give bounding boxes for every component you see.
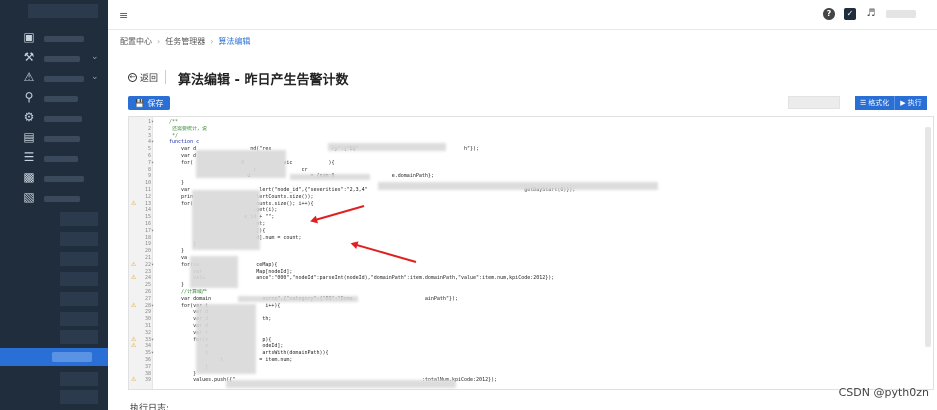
sidebar-item-reports[interactable]: ▩: [0, 170, 108, 188]
topbar-icons: ? ✓ ♬: [823, 8, 916, 20]
editor-actions: ☰ 格式化 ▶ 执行: [855, 96, 927, 110]
warning-icon: ⚠: [131, 260, 137, 268]
redacted-region: [226, 380, 456, 388]
help-icon[interactable]: ?: [823, 8, 835, 20]
warning-icon: ⚠: [131, 199, 137, 207]
redacted-region: [190, 256, 238, 288]
sidebar-subitem[interactable]: [60, 312, 98, 326]
briefcase-icon: ▧: [23, 190, 35, 204]
chevron-down-icon: ⌄: [91, 72, 99, 82]
checkbox-icon[interactable]: ✓: [844, 8, 856, 20]
bell-icon[interactable]: ♬: [865, 8, 877, 20]
chevron-down-icon: ⌄: [91, 52, 99, 62]
header-divider: [165, 70, 166, 84]
warning-icon: ⚠: [131, 376, 137, 384]
sidebar: ▣ ⚒ ⌄ ⚠ ⌄ ⚲ ⚙ ▤ ☰ ▩ ▧: [0, 0, 108, 410]
breadcrumb: 配置中心 › 任务管理器 › 算法编辑: [120, 36, 250, 47]
back-button[interactable]: ← 返回: [128, 71, 158, 84]
sidebar-subitem[interactable]: [60, 212, 98, 226]
save-label: 保存: [147, 98, 164, 108]
sidebar-item-settings[interactable]: ⚙: [0, 110, 108, 128]
sidebar-subitem[interactable]: [60, 292, 98, 306]
redacted-region: [192, 190, 260, 250]
list-icon: ☰: [23, 150, 35, 164]
breadcrumb-separator: ›: [157, 37, 161, 46]
breadcrumb-item[interactable]: 任务管理器: [165, 36, 205, 47]
redacted-region: [238, 296, 358, 302]
alert-icon: ⚠: [23, 70, 35, 84]
run-button[interactable]: ▶ 执行: [895, 96, 927, 110]
sidebar-item-monitor[interactable]: ▣: [0, 30, 108, 48]
menu-toggle-icon[interactable]: ≡: [119, 9, 128, 22]
redacted-region: [328, 143, 446, 151]
sidebar-subitem[interactable]: [60, 390, 98, 404]
play-icon: ▶: [900, 99, 906, 107]
redacted-region: [290, 174, 370, 180]
page-title: 算法编辑 - 昨日产生告警计数: [178, 73, 349, 88]
sidebar-item-list[interactable]: ☰: [0, 150, 108, 168]
fold-toggle-icon[interactable]: ▾: [151, 160, 157, 167]
fold-toggle-icon[interactable]: ▾: [151, 337, 157, 344]
sidebar-item-search[interactable]: ⚲: [0, 90, 108, 108]
topbar: ≡ ? ✓ ♬: [108, 0, 937, 30]
fold-toggle-icon[interactable]: ▾: [151, 303, 157, 310]
search-icon: ⚲: [24, 90, 34, 104]
fold-toggle-icon[interactable]: ▾: [151, 350, 157, 357]
fold-toggle-icon[interactable]: ▾: [151, 262, 157, 269]
breadcrumb-item[interactable]: 配置中心: [120, 36, 152, 47]
redacted-region: [196, 304, 256, 374]
fold-toggle-icon[interactable]: ▾: [151, 228, 157, 235]
save-button[interactable]: 💾 保存: [128, 96, 170, 110]
warning-icon: ⚠: [131, 274, 137, 282]
back-icon: ←: [128, 73, 137, 82]
sidebar-subitem[interactable]: [60, 232, 98, 246]
sidebar-subitem[interactable]: [60, 252, 98, 266]
redacted-region: [378, 182, 658, 190]
sidebar-logo[interactable]: [0, 0, 108, 18]
breadcrumb-current: 算法编辑: [218, 37, 251, 46]
warning-icon: ⚠: [131, 342, 137, 350]
target-select[interactable]: [788, 96, 840, 109]
user-menu[interactable]: [886, 10, 916, 18]
sidebar-item-config[interactable]: ▧: [0, 190, 108, 208]
redacted-region: [196, 150, 286, 178]
format-label: 格式化: [868, 99, 890, 107]
format-icon: ☰: [860, 99, 867, 107]
save-icon: 💾: [134, 98, 145, 108]
sidebar-item-database[interactable]: ▤: [0, 130, 108, 148]
sidebar-subitem[interactable]: [60, 372, 98, 386]
warning-icon: ⚠: [131, 301, 137, 309]
sidebar-item-tools[interactable]: ⚒ ⌄: [0, 50, 108, 68]
back-label: 返回: [140, 74, 159, 84]
fold-toggle-icon[interactable]: ▾: [151, 119, 157, 126]
run-label: 执行: [907, 99, 922, 107]
sidebar-item-active[interactable]: [0, 348, 108, 366]
chart-icon: ▩: [23, 170, 35, 184]
sidebar-item-alerts[interactable]: ⚠ ⌄: [0, 70, 108, 88]
sidebar-subitem[interactable]: [60, 330, 98, 344]
database-icon: ▤: [23, 130, 35, 144]
settings-icon: ⚙: [23, 110, 35, 124]
tools-icon: ⚒: [23, 50, 35, 64]
monitor-icon: ▣: [23, 30, 35, 44]
format-button[interactable]: ☰ 格式化: [855, 96, 896, 110]
breadcrumb-separator: ›: [210, 37, 214, 46]
sidebar-subitem[interactable]: [60, 272, 98, 286]
execution-log-label: 执行日志:: [130, 404, 170, 410]
fold-toggle-icon[interactable]: ▾: [151, 139, 157, 146]
watermark: CSDN @pyth0zn: [838, 386, 929, 399]
